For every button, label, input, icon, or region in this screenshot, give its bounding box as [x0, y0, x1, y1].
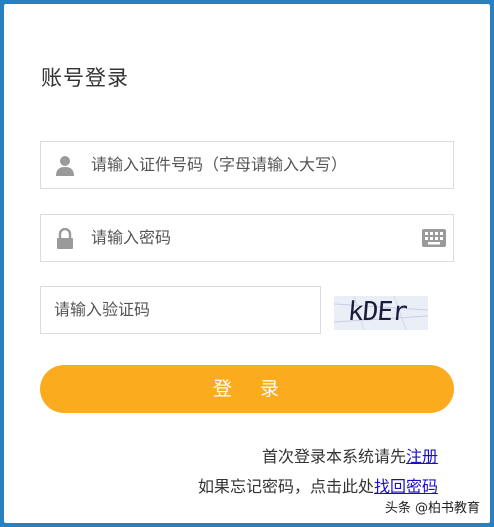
forgot-password-hint: 如果忘记密码，点击此处找回密码 — [198, 473, 438, 497]
id-number-placeholder: 请输入证件号码（字母请输入大写） — [91, 155, 348, 174]
id-number-input[interactable]: 请输入证件号码（字母请输入大写） — [40, 141, 454, 189]
register-link[interactable]: 注册 — [406, 447, 438, 466]
keyboard-icon[interactable] — [422, 228, 446, 248]
register-prompt: 首次登录本系统请先 — [261, 447, 406, 466]
password-placeholder: 请输入密码 — [91, 228, 172, 247]
login-card: 账号登录 请输入证件号码（字母请输入大写） 请输入密码 请输入验证码 kDEr … — [4, 4, 490, 523]
forgot-prompt: 如果忘记密码，点击此处 — [197, 477, 374, 496]
captcha-image[interactable]: kDEr — [334, 296, 428, 330]
captcha-text: kDEr — [346, 297, 408, 327]
login-button[interactable]: 登 录 — [40, 365, 454, 413]
register-hint: 首次登录本系统请先注册 — [262, 443, 438, 467]
watermark: 头条 @柏书教育 — [384, 501, 480, 516]
forgot-password-link[interactable]: 找回密码 — [374, 477, 438, 496]
password-input[interactable]: 请输入密码 — [40, 214, 454, 262]
page-title: 账号登录 — [41, 66, 129, 90]
lock-icon — [57, 228, 73, 249]
captcha-placeholder: 请输入验证码 — [54, 300, 151, 319]
user-icon — [56, 156, 74, 176]
captcha-input[interactable]: 请输入验证码 — [40, 286, 321, 334]
